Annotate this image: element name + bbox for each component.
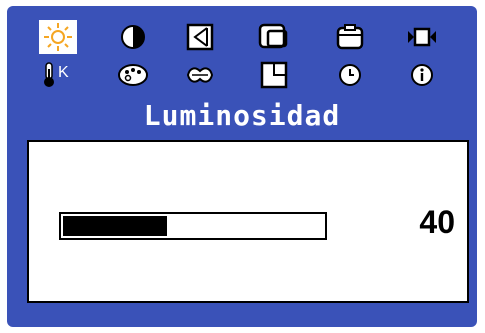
position-icon[interactable] bbox=[255, 20, 293, 54]
color-temperature-label: K bbox=[58, 64, 69, 81]
brightness-slider-fill bbox=[63, 216, 167, 236]
icon-row-top bbox=[7, 20, 477, 56]
geometry-icon[interactable] bbox=[181, 20, 219, 54]
brightness-value: 40 bbox=[419, 204, 455, 240]
brightness-icon[interactable] bbox=[39, 20, 77, 54]
video-icon[interactable] bbox=[403, 20, 441, 54]
color-palette-icon[interactable] bbox=[114, 58, 152, 92]
clock-icon[interactable] bbox=[331, 58, 369, 92]
icon-row-bottom: K bbox=[7, 58, 477, 94]
brightness-panel: 40 bbox=[27, 140, 469, 303]
language-icon[interactable] bbox=[181, 58, 219, 92]
menu-title: Luminosidad bbox=[143, 99, 341, 132]
information-icon[interactable] bbox=[403, 58, 441, 92]
size-icon[interactable] bbox=[331, 20, 369, 54]
osd-menu: K Luminosidad 40 bbox=[7, 6, 477, 327]
window-icon[interactable] bbox=[255, 58, 293, 92]
contrast-icon[interactable] bbox=[114, 20, 152, 54]
color-temperature-icon[interactable]: K bbox=[39, 58, 77, 92]
brightness-slider[interactable] bbox=[59, 212, 327, 240]
